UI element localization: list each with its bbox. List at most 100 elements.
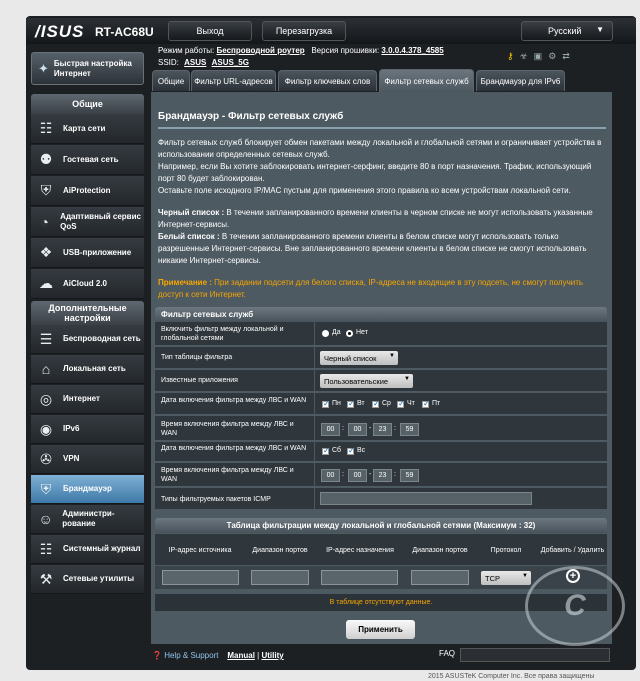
time-input[interactable]: 23 [373,469,392,482]
quick-internet-setup-button[interactable]: ✦ Быстрая настройка Интернет [31,52,144,85]
tab-ipv6-firewall[interactable]: Брандмауэр для IPv6 [476,70,565,91]
sidebar-item-system-log[interactable]: ☷ Системный журнал [31,535,144,564]
ssid-2g[interactable]: ASUS [184,58,206,67]
sidebar-item-label: Брандмауэр [63,484,112,493]
day-checkbox[interactable]: ✓ [372,399,380,408]
mode-link[interactable]: Беспроводной роутер [217,46,305,55]
tab-url-filter[interactable]: Фильтр URL-адресов [191,70,276,91]
sidebar-item-aicloud[interactable]: ☁ AiCloud 2.0 [31,269,144,299]
sidebar-item-administration[interactable]: ☺ Администри-рование [31,505,144,534]
ssid-line: SSID: ASUS ASUS_5G [158,58,249,67]
utility-link[interactable]: Utility [261,651,283,660]
sidebar-item-usb-app[interactable]: ❖ USB-приложение [31,238,144,268]
administration-icon: ☺ [38,511,53,527]
day-checkbox[interactable]: ✓ [322,446,330,455]
time-input[interactable]: 23 [373,423,392,436]
aiprotection-icon: ⛨ [40,182,52,198]
firmware-link[interactable]: 3.0.0.4.378_4585 [381,46,443,55]
wan-status-icon[interactable]: ⇄ [562,51,570,62]
tab-keyword-filter[interactable]: Фильтр ключевых слов [278,70,377,91]
protocol-select[interactable]: TCP ▼ [481,571,531,585]
source-ip-input[interactable] [162,570,239,585]
ssid-5g[interactable]: ASUS_5G [212,58,249,67]
time-input[interactable]: 00 [348,423,367,436]
icmp-input[interactable] [320,492,532,505]
sidebar-item-wan[interactable]: ◎ Интернет [31,385,144,414]
client-icon[interactable]: ▣ [534,51,543,62]
dest-port-range-input[interactable] [411,570,469,585]
dest-ip-input[interactable] [321,570,398,585]
col-dest-ip: IP-адрес назначения [326,546,394,554]
page-title: Брандмауэр - Фильтр сетевых служб [158,111,344,122]
enable-no-radio[interactable] [346,330,353,337]
mode-label: Режим работы: [158,46,215,55]
sidebar-item-label: Системный журнал [63,544,141,553]
note-label: Примечание : [158,278,212,287]
enable-yes-radio[interactable] [322,330,329,337]
enable-no-label: Нет [356,329,368,336]
status-icons: ⚷ ☣ ▣ ⚙ ⇄ [507,51,570,62]
sidebar-item-label: Гостевая сеть [63,154,119,164]
help-support-link[interactable]: Help & Support [164,651,218,660]
icmp-label: Типы фильтруемых пакетов ICMP [161,496,271,503]
language-select[interactable]: Русский ▼ [521,21,613,41]
sidebar-item-firewall[interactable]: ⛨ Брандмауэр [31,475,144,504]
known-apps-value: Пользовательские [324,376,389,386]
rules-table-header: Таблица фильтрации между локальной и гло… [155,518,607,533]
row-separator [314,442,315,461]
row-separator [314,393,315,414]
enable-filter-row: Включить фильтр между локальной и глобал… [155,322,607,346]
sidebar-item-lan[interactable]: ⌂ Локальная сеть [31,355,144,384]
port-range-input[interactable] [251,570,309,585]
whitelist-desc: Белый список : В течении запланированног… [158,231,606,267]
day-checkbox[interactable]: ✓ [347,399,355,408]
sidebar-item-network-tools[interactable]: ⚒ Сетевые утилиты [31,565,144,594]
chevron-down-icon: ▼ [389,353,395,359]
sidebar-item-wireless[interactable]: ☰ Беспроводная сеть [31,325,144,354]
time-input[interactable]: 59 [400,423,419,436]
row-separator [314,322,315,345]
chevron-down-icon: ▼ [522,573,528,579]
sidebar-item-aiprotection[interactable]: ⛨ AiProtection [31,176,144,206]
apply-button[interactable]: Применить [346,620,415,639]
sidebar-item-label: AiCloud 2.0 [63,278,108,288]
time-input[interactable]: 00 [348,469,367,482]
system-log-icon: ☷ [39,540,53,557]
known-apps-select[interactable]: Пользовательские ▼ [320,374,413,388]
whitelist-text: В течении запланированного времени клиен… [158,232,587,265]
filter-type-select[interactable]: Черный список ▼ [320,351,398,365]
copyright: 2015 ASUSTeK Computer Inc. Все права защ… [428,673,595,680]
sidebar-item-qos[interactable]: ◔ Адаптивный сервис QoS [31,207,144,237]
sidebar-item-vpn[interactable]: ✇ VPN [31,445,144,474]
note-text: При задании подсети для белого списка, I… [158,278,584,299]
sidebar-item-guest-network[interactable]: ⚉ Гостевая сеть [31,145,144,175]
time-input[interactable]: 00 [321,423,340,436]
reboot-button[interactable]: Перезагрузка [262,21,346,41]
time-colon: : [394,471,396,478]
day-checkbox[interactable]: ✓ [397,399,405,408]
usb-icon[interactable]: ☣ [520,51,528,62]
day-checkbox[interactable]: ✓ [347,446,355,455]
desc-3: Оставьте поле исходного IP/MAC пустым дл… [158,186,571,195]
day-checkbox[interactable]: ✓ [422,399,430,408]
sidebar-item-ipv6[interactable]: ◉ IPv6 [31,415,144,444]
faq-search-input[interactable] [460,648,610,662]
days2-row: Дата включения фильтра между ЛВС и WAN [155,442,607,462]
day-checkbox[interactable]: ✓ [322,399,330,408]
col-dest-port-range: Диапазон портов [412,546,468,554]
sidebar-item-label: Сетевые утилиты [63,574,135,583]
filter-type-value: Черный список [324,353,377,363]
sidebar-item-label: Локальная сеть [63,364,126,373]
manual-link[interactable]: Manual [227,651,255,660]
tab-general[interactable]: Общие [152,70,190,91]
time-input[interactable]: 59 [400,469,419,482]
col-source-ip: IP-адрес источника [168,546,232,554]
time-input[interactable]: 00 [321,469,340,482]
sidebar-item-network-map[interactable]: ☷ Карта сети [31,114,144,144]
chevron-down-icon: ▼ [404,376,410,382]
key-icon[interactable]: ⚷ [507,51,514,62]
settings-icon[interactable]: ⚙ [548,51,556,62]
network-tools-icon: ⚒ [39,570,53,587]
logout-button[interactable]: Выход [168,21,252,41]
tab-network-services-filter[interactable]: Фильтр сетевых служб [379,69,474,92]
